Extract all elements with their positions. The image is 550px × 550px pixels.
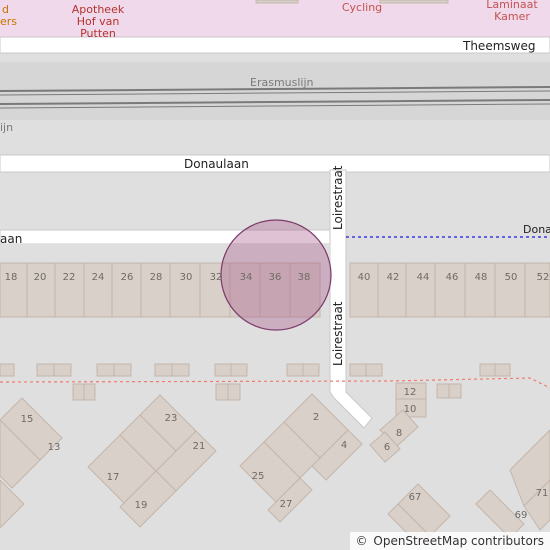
house-number: 26 bbox=[121, 272, 134, 283]
house-number: 46 bbox=[446, 272, 459, 283]
house-number: 30 bbox=[180, 272, 193, 283]
house-number: 69 bbox=[515, 510, 528, 521]
house-number: 67 bbox=[409, 492, 422, 503]
house-number: 18 bbox=[5, 272, 18, 283]
house-number: 13 bbox=[48, 442, 61, 453]
house-number: 2 bbox=[313, 412, 319, 423]
street-label-theemsweg: Theemsweg bbox=[462, 39, 535, 53]
house-number: 22 bbox=[63, 272, 76, 283]
street-label-loirestraat-south: Loirestraat bbox=[331, 301, 345, 366]
house-number: 36 bbox=[269, 272, 282, 283]
map-view[interactable]: Apotheek Hof van Putten Cycling Laminaat… bbox=[0, 0, 550, 550]
building bbox=[379, 0, 449, 4]
house-number: 21 bbox=[193, 441, 206, 452]
house-number: 34 bbox=[240, 272, 253, 283]
donaulaan-road[interactable] bbox=[0, 154, 550, 173]
copyright-symbol: © bbox=[355, 534, 368, 548]
street-label-donaulaan-west: aan bbox=[0, 232, 22, 246]
house-number: 28 bbox=[150, 272, 163, 283]
house-block-2-27 bbox=[239, 393, 363, 523]
house-number: 71 bbox=[536, 488, 549, 499]
house-number: 25 bbox=[252, 471, 265, 482]
attribution-link[interactable]: OpenStreetMap contributors bbox=[373, 534, 544, 548]
house-number: 19 bbox=[135, 500, 148, 511]
house-number: 40 bbox=[358, 272, 371, 283]
house-number: 12 bbox=[404, 387, 417, 398]
map-attribution: © OpenStreetMap contributors bbox=[349, 532, 550, 550]
house-number: 52 bbox=[537, 272, 550, 283]
sheds-row bbox=[0, 363, 511, 401]
house-number: 8 bbox=[396, 428, 402, 439]
house-number: 48 bbox=[475, 272, 488, 283]
street-label-donaulaan-east: Dona bbox=[523, 223, 550, 236]
house-number: 50 bbox=[505, 272, 518, 283]
amber-label-line[interactable]: ers bbox=[0, 15, 17, 28]
cycling-shop-label[interactable]: Cycling bbox=[342, 1, 382, 14]
street-label-loirestraat-north: Loirestraat bbox=[331, 165, 345, 230]
house-cluster-10-12 bbox=[369, 382, 427, 463]
house-number: 23 bbox=[165, 413, 178, 424]
pharmacy-label-line[interactable]: Putten bbox=[80, 27, 116, 40]
house-number: 44 bbox=[417, 272, 430, 283]
house-number: 10 bbox=[404, 404, 417, 415]
house-number: 17 bbox=[107, 472, 120, 483]
house-number: 32 bbox=[210, 272, 223, 283]
house-number: 27 bbox=[280, 499, 293, 510]
house-number: 4 bbox=[341, 440, 347, 451]
house-number: 6 bbox=[384, 442, 390, 453]
laminaat-label-line[interactable]: Kamer bbox=[494, 10, 530, 23]
house-block-67-71 bbox=[387, 429, 550, 547]
house-number: 38 bbox=[298, 272, 311, 283]
house-number: 20 bbox=[34, 272, 47, 283]
house-number: 15 bbox=[21, 414, 34, 425]
map-canvas[interactable]: Apotheek Hof van Putten Cycling Laminaat… bbox=[0, 0, 550, 550]
building bbox=[255, 0, 299, 4]
house-number: 42 bbox=[387, 272, 400, 283]
house-number: 24 bbox=[92, 272, 105, 283]
house-block-17-23 bbox=[87, 394, 217, 528]
street-label-donaulaan: Donaulaan bbox=[184, 157, 249, 171]
railway-label-partial: ijn bbox=[0, 121, 13, 134]
railway-label-erasmuslijn: Erasmuslijn bbox=[250, 76, 314, 89]
